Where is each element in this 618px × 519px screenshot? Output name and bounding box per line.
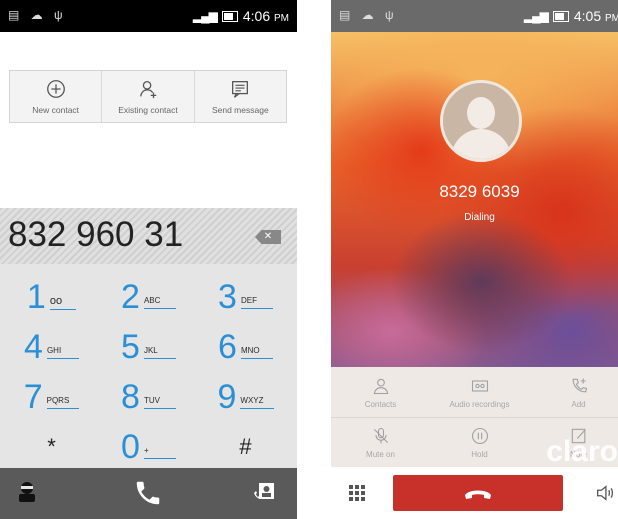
key-6[interactable]: 6 MNO (198, 316, 293, 364)
existing-contact-button[interactable]: Existing contact (102, 71, 195, 122)
key-hash[interactable]: # (198, 416, 293, 464)
speaker-icon[interactable] (594, 482, 616, 504)
contacts-button[interactable]: Contacts (331, 367, 430, 417)
dialpad: 832 960 31 ✕ 1 oo 2 ABC 3 DEF 4 GHI 5 JKL 6 MN… (0, 208, 297, 519)
add-person-icon (140, 81, 157, 99)
key-star[interactable]: * (4, 416, 99, 464)
backspace-icon[interactable]: ✕ (255, 230, 281, 244)
audio-recordings-button[interactable]: Audio recordings (430, 367, 529, 417)
status-time: 4:05 PM (573, 8, 618, 24)
in-call-screen: ▤ ☁ ψ ▂▄▆ 4:05 PM 8329 6039 Dialing Cont… (331, 0, 618, 519)
contacts-icon[interactable] (16, 480, 38, 504)
end-call-bar (331, 467, 618, 519)
key-3[interactable]: 3 DEF (198, 266, 293, 314)
tape-icon (471, 379, 488, 392)
send-message-label: Send message (211, 105, 269, 115)
carrier-watermark: claro (546, 435, 618, 468)
voicemail-icon: oo (49, 295, 77, 310)
battery-icon (552, 10, 569, 22)
add-call-button[interactable]: Add (529, 367, 618, 417)
message-icon (232, 81, 249, 98)
add-circle-icon (46, 80, 65, 98)
avatar-shoulders (451, 129, 511, 159)
hold-button[interactable]: Hold (430, 417, 529, 467)
dialpad-grid-icon[interactable] (348, 484, 366, 502)
contact-card-icon[interactable] (252, 480, 276, 504)
status-bar: ▤ ☁ ψ ▂▄▆ 4:06 PM (0, 0, 297, 32)
hang-up-icon (465, 490, 491, 499)
avatar-head (467, 97, 495, 129)
send-message-button[interactable]: Send message (195, 71, 286, 122)
signal-icon: ▂▄▆ (192, 9, 218, 23)
add-call-icon (572, 378, 587, 392)
key-9[interactable]: 9 WXYZ (198, 366, 293, 414)
dialed-number[interactable]: 832 960 31 (8, 215, 183, 255)
caller-avatar (440, 80, 522, 162)
end-call-button[interactable] (393, 475, 563, 511)
status-bar: ▤ ☁ ψ ▂▄▆ 4:05 PM (331, 0, 618, 32)
existing-contact-label: Existing contact (118, 105, 178, 115)
signal-icon: ▂▄▆ (523, 9, 549, 23)
keypad: 1 oo 2 ABC 3 DEF 4 GHI 5 JKL 6 MNO 7 PQRS 8 TUV (0, 266, 297, 464)
key-8[interactable]: 8 TUV (101, 366, 196, 414)
notification-icons: ▤ ☁ ψ (339, 8, 398, 22)
battery-icon (221, 10, 238, 22)
key-5[interactable]: 5 JKL (101, 316, 196, 364)
call-controls: Contacts Audio recordings Add Mute on Ho… (331, 367, 618, 468)
contacts-icon (373, 378, 388, 394)
key-4[interactable]: 4 GHI (4, 316, 99, 364)
dialer-actions: New contact Existing contact Send messag… (9, 70, 287, 123)
status-time: 4:06 PM (242, 8, 289, 24)
number-display: 832 960 31 ✕ (0, 208, 297, 264)
pause-icon (471, 427, 488, 444)
key-2[interactable]: 2 ABC (101, 266, 196, 314)
call-icon[interactable] (133, 478, 163, 508)
dialer-bottom-bar (0, 468, 297, 519)
dialer-screen: ▤ ☁ ψ ▂▄▆ 4:06 PM New contact Existing c… (0, 0, 297, 519)
key-1[interactable]: 1 oo (4, 266, 99, 314)
caller-number: 8329 6039 (439, 182, 520, 201)
new-contact-label: New contact (32, 105, 80, 115)
call-background: 8329 6039 Dialing (331, 32, 618, 367)
key-7[interactable]: 7 PQRS (4, 366, 99, 414)
mute-button[interactable]: Mute on (331, 417, 430, 467)
call-status: Dialing (464, 212, 495, 223)
new-contact-button[interactable]: New contact (10, 71, 103, 122)
mic-off-icon (373, 427, 388, 443)
notification-icons: ▤ ☁ ψ (8, 8, 67, 22)
key-0[interactable]: 0 + (101, 416, 196, 464)
